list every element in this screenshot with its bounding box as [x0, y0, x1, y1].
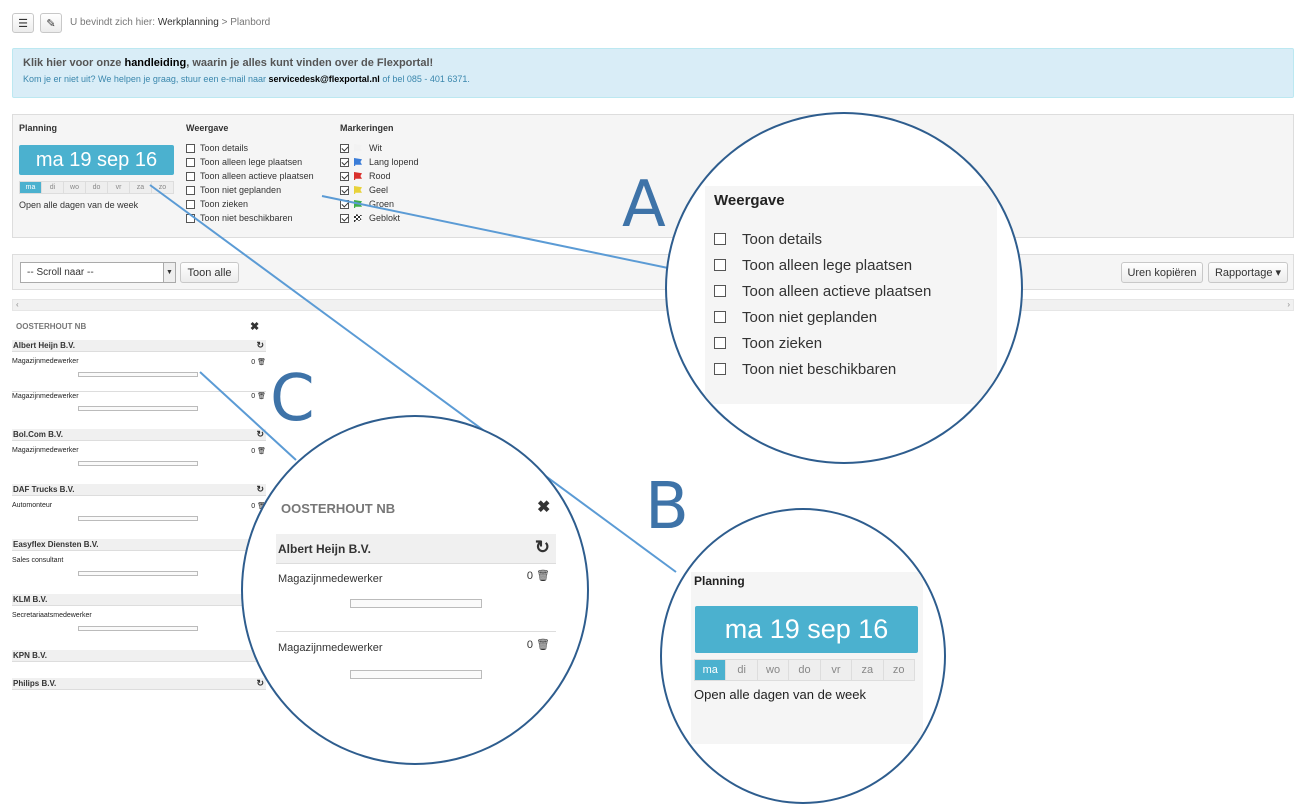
weergave-option[interactable]: Toon niet geplanden: [714, 304, 931, 330]
weergave-option-label: Toon alleen actieve plaatsen: [742, 282, 932, 300]
weergave-option[interactable]: Toon zieken: [714, 330, 931, 356]
day-di[interactable]: di: [726, 659, 758, 681]
checkbox[interactable]: [714, 337, 726, 349]
zoom-planning-heading: Planning: [694, 574, 745, 588]
zoom-open-all-days[interactable]: Open alle dagen van de week: [694, 687, 866, 702]
day-za[interactable]: za: [852, 659, 884, 681]
checkbox[interactable]: [714, 311, 726, 323]
callout-label-a: A: [622, 168, 666, 242]
weergave-option[interactable]: Toon alleen actieve plaatsen: [714, 278, 931, 304]
day-ma[interactable]: ma: [694, 659, 727, 681]
zoom-close-icon[interactable]: ✖: [537, 497, 550, 517]
zoom-trash-icon[interactable]: 🗑: [536, 570, 550, 582]
weergave-option-label: Toon niet geplanden: [742, 308, 878, 326]
zoom-callout-c: OOSTERHOUT NB ✖ Albert Heijn B.V. ↻ Magaz…: [241, 415, 589, 765]
zoom-trash-icon[interactable]: 🗑: [536, 639, 550, 651]
callout-label-c: C: [270, 362, 315, 436]
day-zo[interactable]: zo: [883, 659, 915, 681]
zoom-job-row[interactable]: Magazijnmedewerker 0 🗑: [276, 565, 556, 617]
checkbox[interactable]: [714, 363, 726, 375]
day-wo[interactable]: wo: [757, 659, 790, 681]
zoom-capacity-bar: [350, 670, 482, 679]
zoom-job-row[interactable]: Magazijnmedewerker 0 🗑: [276, 631, 556, 687]
checkbox[interactable]: [714, 233, 726, 245]
weergave-option-label: Toon zieken: [742, 334, 823, 352]
callout-connectors: [149, 184, 677, 573]
day-do[interactable]: do: [789, 659, 821, 681]
zoom-capacity-bar: [350, 599, 482, 608]
checkbox[interactable]: [714, 285, 726, 297]
weergave-option[interactable]: Toon niet beschikbaren: [714, 356, 931, 382]
weergave-option-label: Toon niet beschikbaren: [742, 360, 897, 378]
day-vr[interactable]: vr: [820, 659, 853, 681]
weergave-option-label: Toon alleen lege plaatsen: [742, 256, 913, 274]
zoom-refresh-icon[interactable]: ↻: [535, 537, 550, 558]
zoom-callout-b: Planning ma 19 sep 16 ma di wo do vr za zo Ope…: [660, 508, 946, 804]
checkbox[interactable]: [714, 259, 726, 271]
zoom-date-display[interactable]: ma 19 sep 16: [695, 606, 918, 653]
zoom-day-selector: ma di wo do vr za zo: [694, 659, 915, 681]
zoom-company-row[interactable]: Albert Heijn B.V. ↻: [276, 534, 556, 564]
callout-label-b: B: [645, 470, 689, 544]
weergave-option[interactable]: Toon alleen lege plaatsen: [714, 252, 931, 278]
zoom-weergave-options: Toon details Toon alleen lege plaatsen Too…: [714, 226, 931, 382]
zoom-callout-a: Weergave Toon details Toon alleen lege pl…: [665, 112, 1023, 464]
zoom-location-title: OOSTERHOUT NB: [281, 501, 396, 516]
connector-a: [321, 195, 669, 269]
zoom-weergave-heading: Weergave: [714, 192, 785, 209]
weergave-option[interactable]: Toon details: [714, 226, 931, 252]
weergave-option-label: Toon details: [742, 230, 823, 248]
